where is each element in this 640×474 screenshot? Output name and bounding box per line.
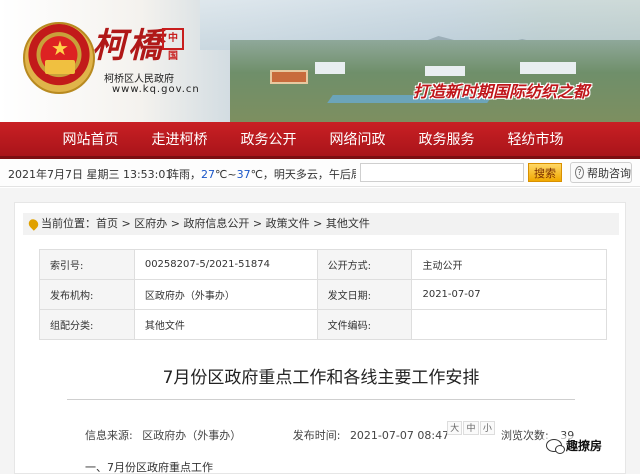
- table-row: 组配分类: 其他文件 文件编码:: [39, 309, 607, 340]
- info-bar: 2021年7月7日 星期三 13:53:01 阵雨，27℃~37℃，明天多云，午…: [0, 159, 640, 187]
- site-url: www.kq.gov.cn: [112, 84, 200, 95]
- temp-low: 27: [201, 168, 215, 181]
- temp-high: 37: [236, 168, 251, 181]
- main-nav: 网站首页 走进柯桥 政务公开 网络问政 政务服务 轻纺市场: [0, 122, 640, 156]
- source-label: 信息来源:: [85, 429, 133, 442]
- breadcrumb-sep: >: [249, 217, 266, 230]
- help-button[interactable]: ? 帮助咨询: [570, 162, 632, 183]
- nav-item-gov-affairs[interactable]: 政务公开: [224, 129, 313, 149]
- site-banner: ★ 柯橋 中国 柯桥区人民政府 www.kq.gov.cn 打造新时期国际纺织之…: [0, 0, 640, 122]
- national-emblem-icon[interactable]: ★: [23, 22, 95, 94]
- nav-item-home[interactable]: 网站首页: [46, 129, 135, 149]
- article-info-row: 信息来源: 区政府办（外事办） 发布时间: 2021-07-07 08:47: [85, 427, 449, 443]
- meta-value: 其他文件: [133, 309, 318, 340]
- banner-slogan: 打造新时期国际纺织之都: [413, 82, 590, 101]
- help-icon: ?: [575, 166, 584, 179]
- source-value: 区政府办（外事办）: [142, 429, 242, 442]
- gov-name: 柯桥区人民政府: [104, 74, 174, 85]
- font-size-switcher: 大 中 小: [447, 421, 495, 435]
- weather-ticker: 阵雨，27℃~37℃，明天多云，午后局部有雷阵雨: [168, 166, 356, 182]
- temp-sep: ℃~: [215, 168, 237, 181]
- breadcrumb-prefix: 当前位置：: [41, 217, 96, 230]
- meta-value: 区政府办（外事办）: [133, 279, 318, 310]
- weather-suffix: ℃，明天多云，午后局部有雷阵雨: [250, 168, 356, 181]
- meta-value: [411, 309, 607, 340]
- meta-label: 文件编码:: [316, 309, 413, 340]
- font-size-medium-button[interactable]: 中: [463, 421, 479, 435]
- site-logo[interactable]: 柯橋: [92, 18, 164, 67]
- document-meta-table: 索引号: 00258207-5/2021-51874 公开方式: 主动公开 发布…: [39, 249, 607, 340]
- font-size-small-button[interactable]: 小: [479, 421, 495, 435]
- time-label: 发布时间:: [292, 429, 341, 442]
- nav-item-about[interactable]: 走进柯桥: [135, 129, 224, 149]
- wechat-icon: [546, 439, 565, 454]
- time-value: 2021-07-07 08:47: [349, 429, 450, 442]
- meta-value: 主动公开: [411, 249, 607, 280]
- nav-item-gov-services[interactable]: 政务服务: [402, 129, 491, 149]
- meta-label: 组配分类:: [39, 309, 135, 340]
- breadcrumb-other[interactable]: 其他文件: [326, 217, 370, 230]
- breadcrumb-sep: >: [118, 217, 135, 230]
- font-size-large-button[interactable]: 大: [447, 421, 463, 435]
- meta-label: 索引号:: [39, 249, 135, 280]
- weather-prefix: 阵雨，: [168, 168, 201, 181]
- banner-building: [315, 62, 345, 74]
- breadcrumb-info-disclosure[interactable]: 政府信息公开: [183, 217, 249, 230]
- banner-building: [425, 66, 465, 76]
- watermark-text: 趣撩房: [566, 439, 603, 453]
- current-date: 2021年7月7日 星期三 13:53:01: [8, 168, 173, 181]
- banner-sports-field: [270, 70, 308, 84]
- table-row: 发布机构: 区政府办（外事办） 发文日期: 2021-07-07: [39, 279, 607, 310]
- content-area: 当前位置：首页 > 区府办 > 政府信息公开 > 政策文件 > 其他文件 索引号…: [0, 188, 640, 474]
- help-label: 帮助咨询: [587, 166, 631, 180]
- logo-seal: 中国: [162, 28, 184, 62]
- meta-value: 2021-07-07: [411, 279, 607, 310]
- section-heading: 一、7月份区政府重点工作: [85, 461, 213, 474]
- nav-item-textile-market[interactable]: 轻纺市场: [491, 129, 580, 149]
- meta-label: 发文日期:: [316, 279, 413, 310]
- title-divider: [67, 399, 575, 400]
- article-title: 7月份区政府重点工作和各线主要工作安排: [162, 368, 480, 388]
- breadcrumb: 当前位置：首页 > 区府办 > 政府信息公开 > 政策文件 > 其他文件: [23, 213, 619, 235]
- meta-value: 00258207-5/2021-51874: [133, 249, 318, 280]
- location-pin-icon: [26, 217, 41, 231]
- meta-label: 公开方式:: [316, 249, 413, 280]
- breadcrumb-home[interactable]: 首页: [96, 217, 118, 230]
- search-input[interactable]: [360, 163, 524, 182]
- table-row: 索引号: 00258207-5/2021-51874 公开方式: 主动公开: [39, 249, 607, 280]
- breadcrumb-office[interactable]: 区府办: [134, 217, 167, 230]
- breadcrumb-policy[interactable]: 政策文件: [266, 217, 310, 230]
- views-label: 浏览次数:: [501, 429, 549, 442]
- breadcrumb-sep: >: [167, 217, 184, 230]
- banner-building: [520, 62, 576, 74]
- breadcrumb-sep: >: [309, 217, 326, 230]
- wechat-watermark: 趣撩房: [543, 436, 606, 455]
- article-panel: 当前位置：首页 > 区府办 > 政府信息公开 > 政策文件 > 其他文件 索引号…: [14, 202, 626, 474]
- nav-item-online-inquiry[interactable]: 网络问政: [313, 129, 402, 149]
- meta-label: 发布机构:: [39, 279, 135, 310]
- search-button[interactable]: 搜索: [528, 163, 562, 182]
